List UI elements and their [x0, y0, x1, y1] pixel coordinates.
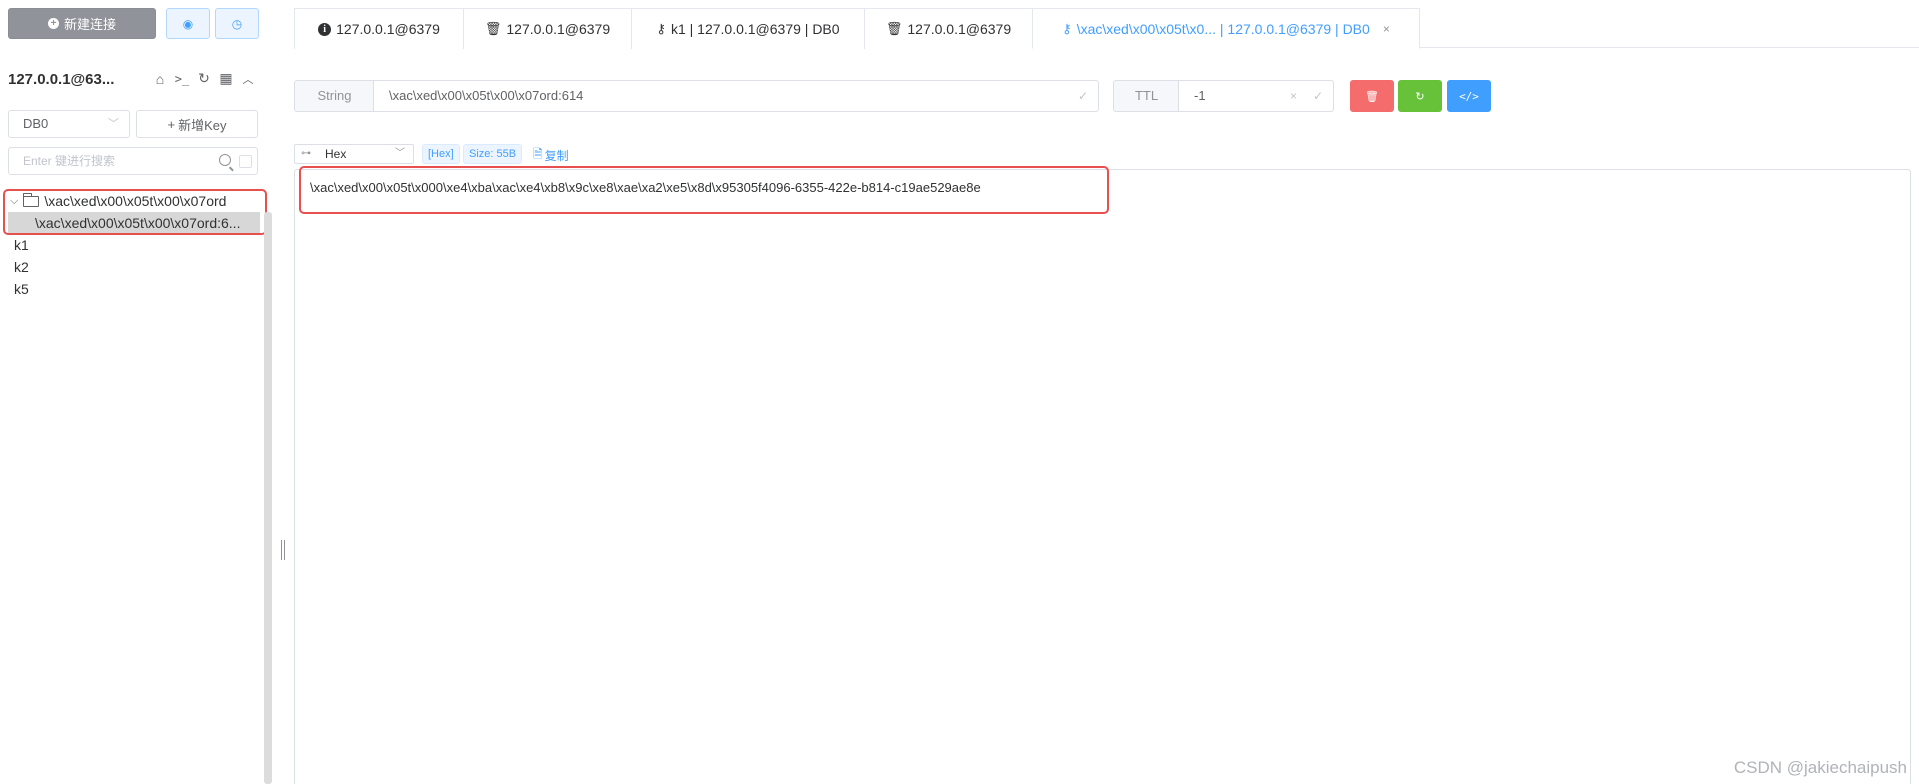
home-icon[interactable]: ⌂ [152, 71, 168, 87]
new-connection-button[interactable]: + 新建连接 [8, 8, 156, 39]
plus-icon: + [167, 116, 176, 132]
tab-connection-deleted[interactable]: 🗑 127.0.0.1@6379 [463, 8, 632, 49]
clear-icon[interactable]: × [1290, 81, 1297, 111]
connection-actions: ⌂ >_ ↻ ▦ ︿ [152, 70, 256, 87]
check-icon[interactable]: ✓ [1313, 81, 1323, 111]
key-search-input[interactable]: Enter 键进行搜索 [8, 147, 258, 175]
code-icon: </> [1459, 89, 1479, 103]
tree-folder-label: \xac\xed\x00\x05t\x00\x07ord [44, 193, 227, 209]
ttl-label: TTL [1113, 80, 1179, 112]
check-icon[interactable]: ✓ [1078, 81, 1088, 111]
search-placeholder: Enter 键进行搜索 [23, 154, 116, 168]
exact-search-checkbox[interactable] [239, 155, 252, 168]
document-icon: 🗎 [533, 147, 543, 161]
db-select-value: DB0 [23, 116, 49, 131]
ttl-value: -1 [1194, 88, 1206, 103]
format-select-value: Hex [325, 147, 347, 161]
tab-label: 127.0.0.1@6379 [506, 21, 611, 37]
history-button[interactable]: ◷ [215, 8, 259, 39]
trash-icon: 🗑 [885, 21, 903, 36]
new-key-label: 新增Key [178, 117, 227, 133]
trash-icon: 🗑 [1365, 90, 1379, 103]
key-name-value: \xac\xed\x00\x05t\x00\x07ord:614 [389, 88, 584, 103]
key-type-label: String [294, 80, 374, 112]
tree-key-item[interactable]: k2 [4, 256, 264, 278]
close-icon[interactable]: × [1383, 22, 1390, 36]
sitemap-icon: ⊶ [301, 148, 311, 159]
tab-label: k1 | 127.0.0.1@6379 | DB0 [670, 21, 840, 37]
refresh-icon: ↻ [1415, 90, 1425, 103]
tree-key-item[interactable]: k1 [4, 234, 264, 256]
sidebar-scrollbar[interactable] [264, 212, 272, 784]
tab-label: \xac\xed\x00\x05t\x0... | 127.0.0.1@6379… [1076, 20, 1370, 37]
record-icon: ◉ [182, 16, 194, 31]
watermark: CSDN @jakiechaipush [1733, 758, 1907, 777]
info-icon: i [318, 22, 332, 36]
chevron-down-icon: ﹀ [108, 118, 119, 130]
tab-connection-info[interactable]: i 127.0.0.1@6379 [294, 8, 464, 49]
dump-command-button[interactable]: </> [1447, 80, 1491, 112]
chevron-down-icon[interactable]: ⌵ [10, 195, 18, 208]
grid-icon[interactable]: ▦ [218, 70, 234, 87]
size-tag: Size: 55B [463, 144, 523, 164]
ttl-input[interactable]: -1 × ✓ [1178, 80, 1334, 112]
tab-label: 127.0.0.1@6379 [907, 21, 1012, 37]
clock-icon: ◷ [231, 16, 243, 31]
tree-folder[interactable]: ⌵ \xac\xed\x00\x05t\x00\x07ord [4, 190, 264, 212]
tree-key-item[interactable]: k5 [4, 278, 264, 300]
tab-connection-deleted-2[interactable]: 🗑 127.0.0.1@6379 [864, 8, 1033, 49]
refresh-key-button[interactable]: ↻ [1398, 80, 1442, 112]
format-tag: [Hex] [422, 144, 460, 164]
tab-bar: i 127.0.0.1@6379 🗑 127.0.0.1@6379 ⚷ k1 |… [294, 8, 1919, 49]
chevron-down-icon: ﹀ [395, 148, 405, 159]
folder-open-icon [23, 192, 40, 207]
new-key-button[interactable]: + 新增Key [136, 110, 258, 138]
terminal-icon[interactable]: >_ [174, 72, 190, 86]
trash-icon: 🗑 [484, 21, 502, 36]
tab-key-active[interactable]: ⚷ \xac\xed\x00\x05t\x0... | 127.0.0.1@63… [1032, 8, 1420, 49]
value-editor[interactable] [294, 169, 1911, 784]
key-tree: ⌵ \xac\xed\x00\x05t\x00\x07ord \xac\xed\… [4, 190, 264, 300]
sidebar: + 新建连接 ◉ ◷ 127.0.0.1@63... ⌂ >_ ↻ ▦ ︿ DB… [0, 0, 272, 784]
copy-button[interactable]: 🗎 复制 [533, 145, 569, 166]
key-icon: ⚷ [656, 21, 666, 36]
key-name-input[interactable]: \xac\xed\x00\x05t\x00\x07ord:614 ✓ [373, 80, 1099, 112]
format-select[interactable]: ⊶ Hex ﹀ [294, 144, 414, 164]
tab-key-k1[interactable]: ⚷ k1 | 127.0.0.1@6379 | DB0 [631, 8, 865, 49]
key-icon: ⚷ [1062, 20, 1072, 36]
db-select[interactable]: DB0 ﹀ [8, 110, 130, 138]
plus-circle-icon: + [47, 18, 59, 29]
refresh-icon[interactable]: ↻ [196, 70, 212, 87]
copy-label: 复制 [544, 149, 569, 163]
command-log-button[interactable]: ◉ [166, 8, 210, 39]
chevron-up-icon[interactable]: ︿ [240, 71, 256, 87]
tree-key-selected[interactable]: \xac\xed\x00\x05t\x00\x07ord:6... [8, 212, 260, 234]
new-connection-label: 新建连接 [63, 17, 116, 32]
delete-key-button[interactable]: 🗑 [1350, 80, 1394, 112]
value-text[interactable]: \xac\xed\x00\x05t\x000\xe4\xba\xac\xe4\x… [310, 180, 981, 195]
search-icon[interactable] [219, 154, 231, 166]
tab-label: 127.0.0.1@6379 [336, 21, 440, 37]
connection-title[interactable]: 127.0.0.1@63... [8, 71, 114, 88]
split-drag-handle[interactable] [281, 540, 285, 560]
